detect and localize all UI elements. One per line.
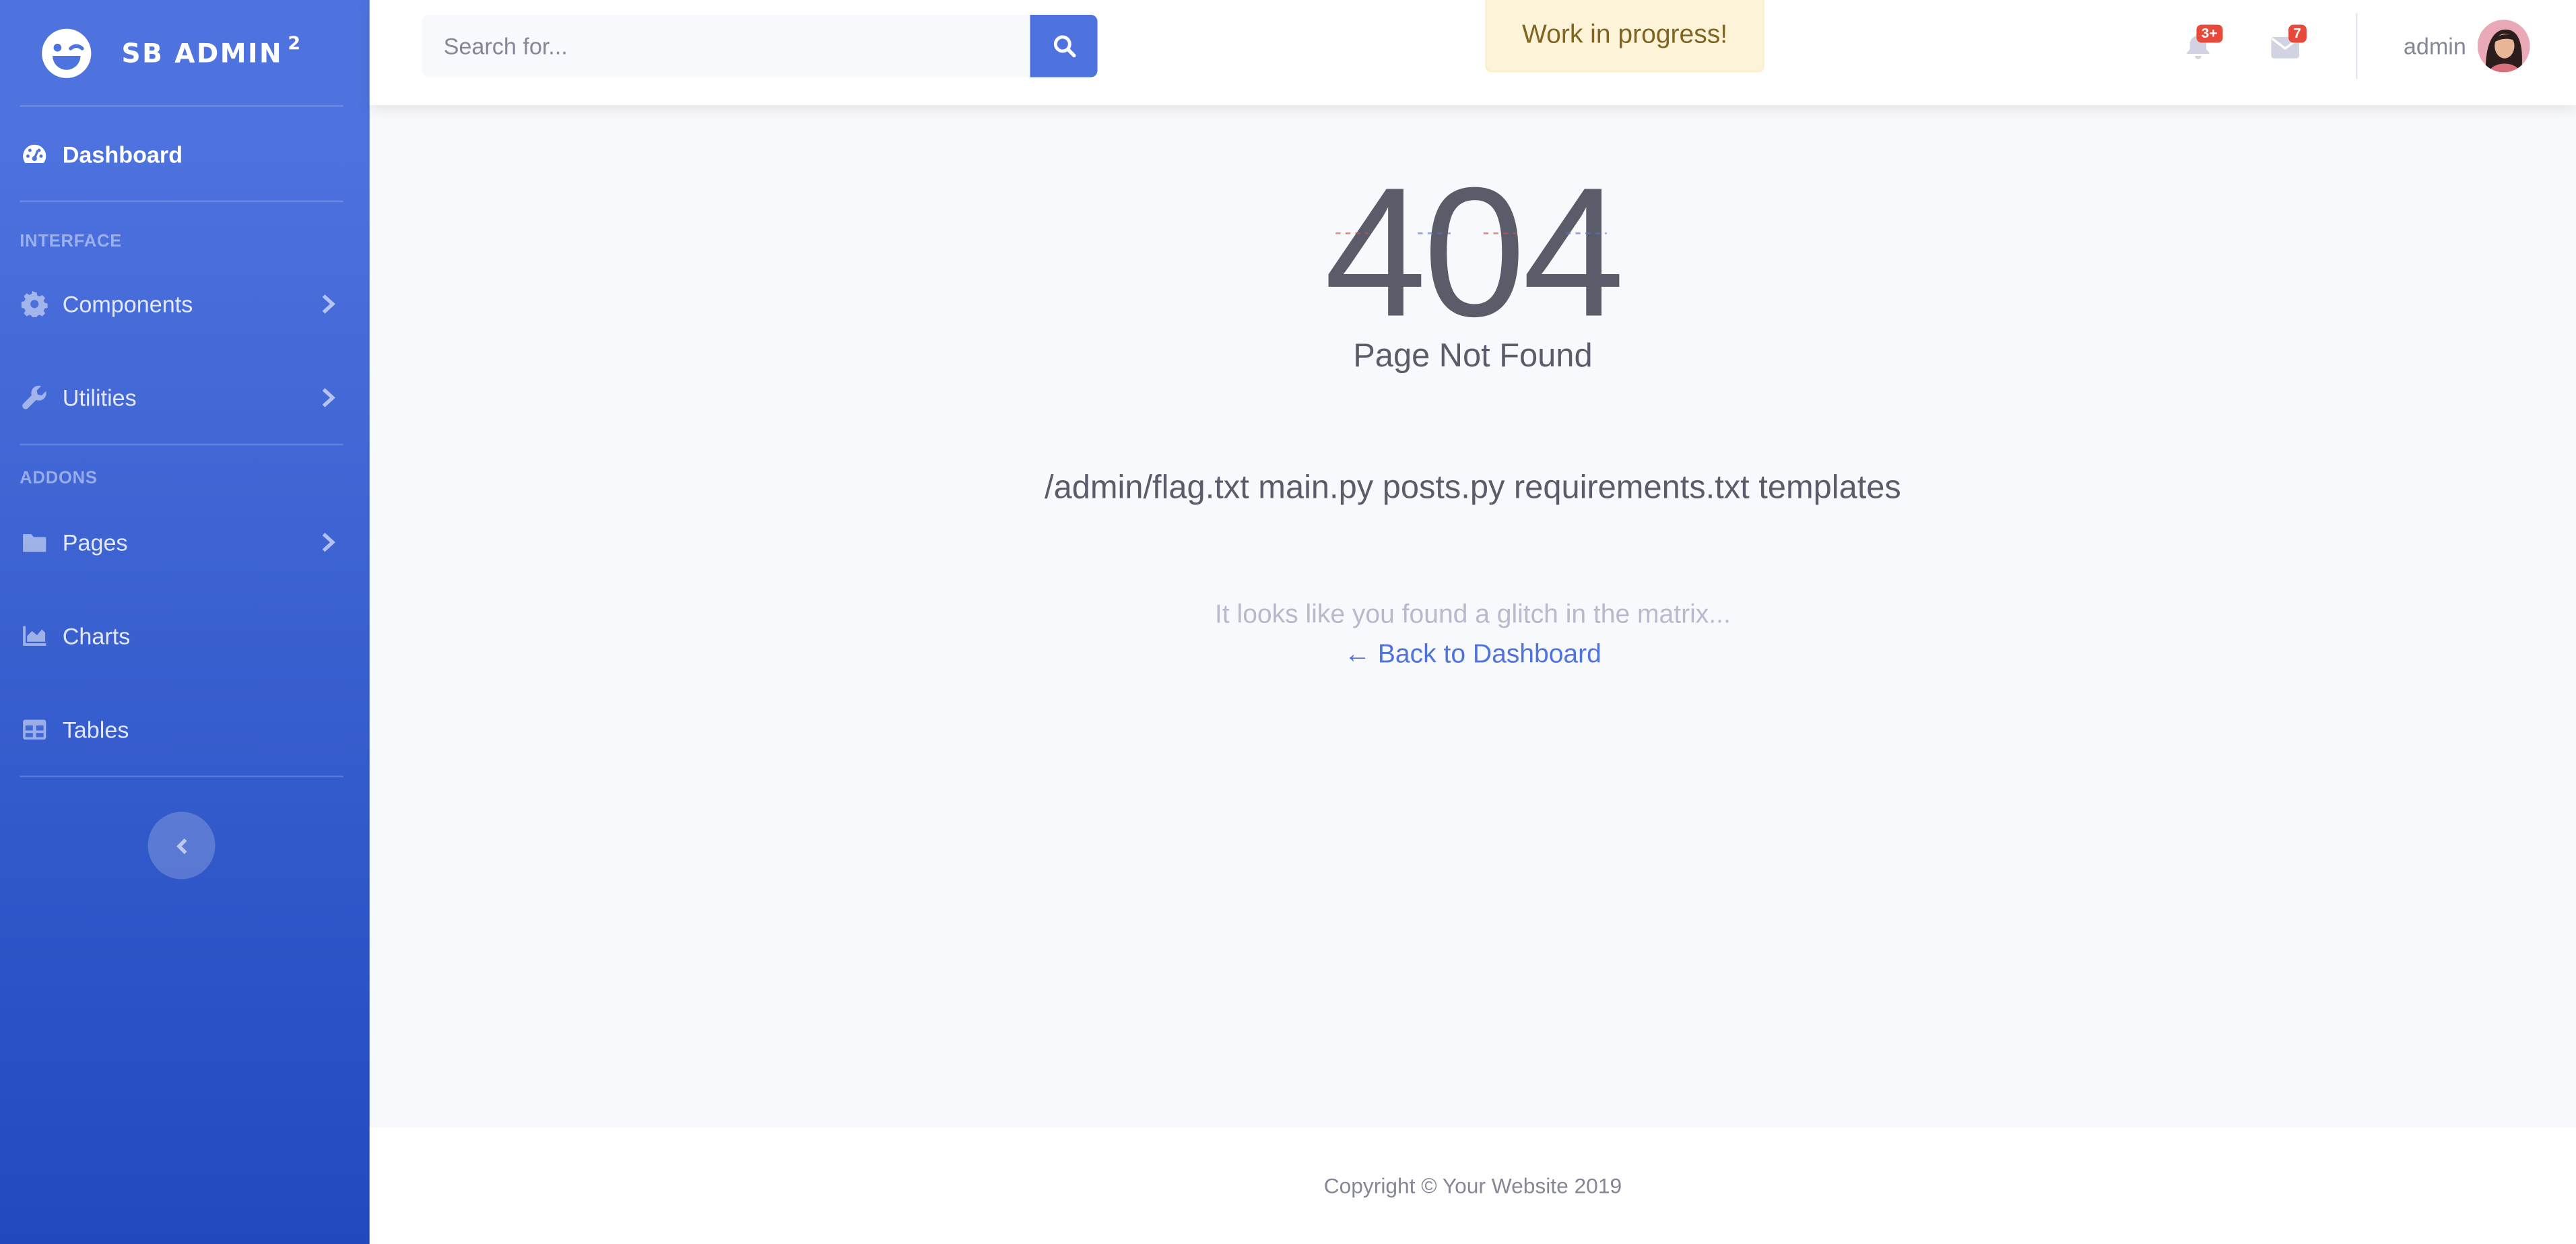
sidebar-item-label: Utilities <box>62 383 137 410</box>
topbar: Work in progress! 3+ 7 admin <box>369 0 2576 106</box>
folder-icon <box>23 533 46 552</box>
sidebar-item-label: Pages <box>62 528 128 555</box>
sidebar-item-label: Components <box>62 290 193 317</box>
search-button[interactable] <box>1030 14 1098 77</box>
user-avatar-image <box>2477 20 2530 73</box>
messages-count-badge: 7 <box>2288 24 2307 43</box>
chevron-right-icon <box>322 294 335 314</box>
chart-area-icon <box>23 625 46 645</box>
tachometer-icon <box>23 143 46 162</box>
alerts-count-badge: 3+ <box>2196 24 2222 43</box>
footer: Copyright © Your Website 2019 <box>369 1127 2576 1244</box>
sidebar-item-label: Charts <box>62 622 131 649</box>
content-wrapper: Work in progress! 3+ 7 admin <box>369 0 2576 1244</box>
search-icon <box>1053 35 1076 58</box>
chevron-right-icon <box>322 387 335 407</box>
glitch-message: It looks like you found a glitch in the … <box>1215 601 1731 630</box>
user-name[interactable]: admin <box>2404 33 2466 59</box>
sidebar: SB ADMIN 2 Dashboard INTERFACE Components <box>0 0 370 1244</box>
sidebar-item-pages[interactable]: Pages <box>0 494 370 588</box>
back-to-dashboard-link[interactable]: ← Back to Dashboard <box>1344 641 1601 669</box>
page-title: Page Not Found <box>1353 338 1593 375</box>
sidebar-toggle-button[interactable] <box>147 812 216 880</box>
sidebar-item-components[interactable]: Components <box>0 258 370 350</box>
avatar[interactable] <box>2477 20 2530 73</box>
sidebar-item-tables[interactable]: Tables <box>0 682 370 776</box>
sidebar-heading-interface: INTERFACE <box>20 232 123 252</box>
sidebar-item-label: Dashboard <box>62 140 183 167</box>
sidebar-brand[interactable]: SB ADMIN 2 <box>0 0 370 105</box>
laugh-wink-icon <box>42 28 92 77</box>
chevron-right-icon <box>322 531 335 552</box>
messages-dropdown[interactable]: 7 <box>2266 23 2311 72</box>
copyright-text: Copyright © Your Website 2019 <box>1323 1173 1622 1198</box>
sidebar-item-utilities[interactable]: Utilities <box>0 350 370 444</box>
file-listing: /admin/flag.txt main.py posts.py require… <box>1045 469 1901 506</box>
sidebar-divider <box>20 775 343 778</box>
wrench-icon <box>22 385 46 409</box>
table-icon <box>23 719 46 739</box>
brand-title: SB ADMIN 2 <box>121 32 302 69</box>
sidebar-heading-addons: ADDONS <box>20 468 98 488</box>
work-in-progress-alert: Work in progress! <box>1485 0 1764 73</box>
app-root: SB ADMIN 2 Dashboard INTERFACE Components <box>0 0 2576 1244</box>
back-link-container: ← Back to Dashboard <box>370 641 2576 671</box>
cog-icon <box>21 290 48 317</box>
sidebar-item-dashboard[interactable]: Dashboard <box>0 107 370 201</box>
search-input[interactable] <box>422 31 1005 61</box>
search-box <box>422 14 1030 77</box>
sidebar-divider <box>20 443 343 446</box>
error-code: 404 <box>1324 150 1624 356</box>
alerts-dropdown[interactable]: 3+ <box>2179 23 2224 72</box>
sidebar-divider <box>20 200 343 203</box>
sidebar-item-label: Tables <box>62 715 129 742</box>
angle-left-icon <box>175 837 187 853</box>
topbar-divider <box>2356 13 2358 79</box>
sidebar-item-charts[interactable]: Charts <box>0 588 370 682</box>
brand-superscript: 2 <box>288 32 302 54</box>
glitch-overlay <box>1335 232 1607 234</box>
